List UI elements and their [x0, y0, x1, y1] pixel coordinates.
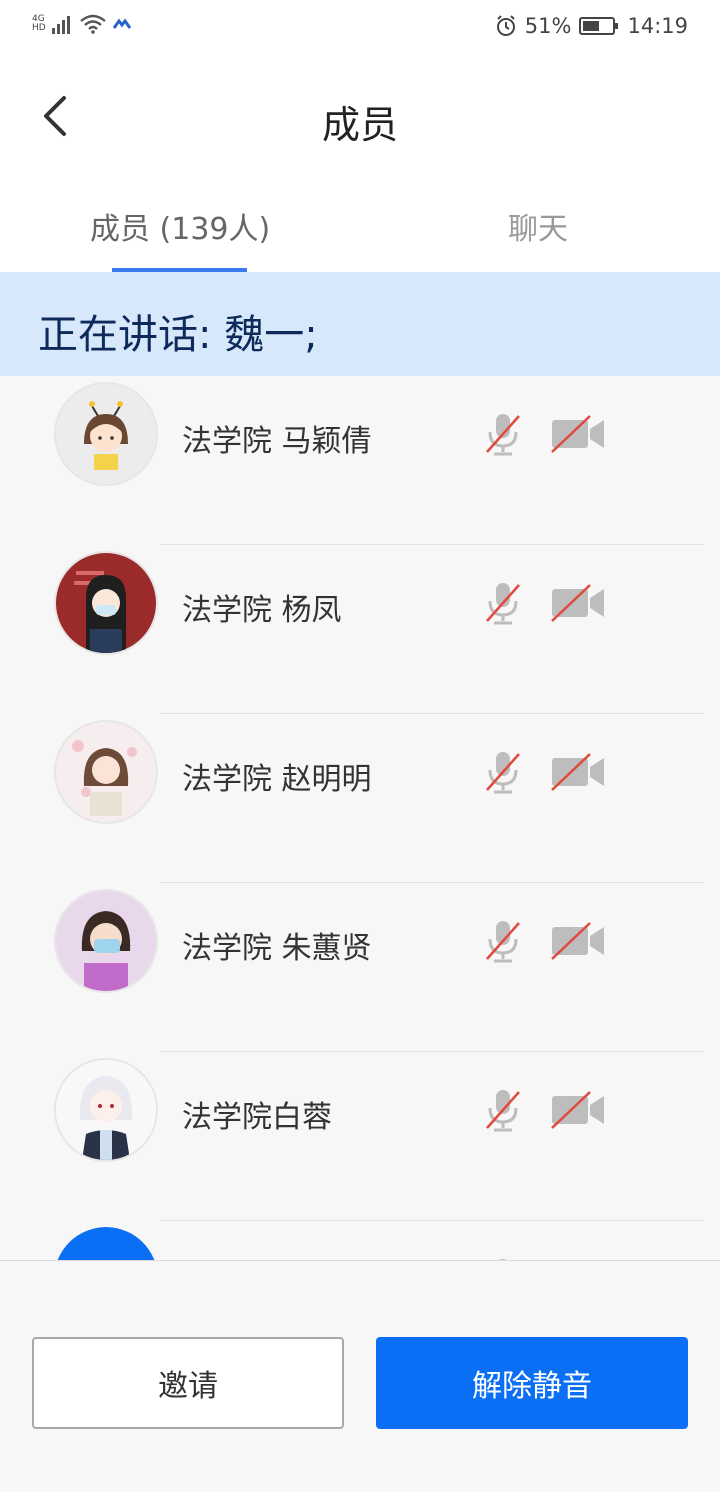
member-name: 法学院 朱蕙贤 — [182, 931, 372, 966]
tab-members[interactable]: 成员 (139人) — [90, 204, 270, 248]
member-name: 法学院 杨凤 — [182, 593, 342, 628]
mic-muted-icon — [486, 583, 520, 625]
bottom-action-bar: 邀请 解除静音 — [0, 1260, 720, 1492]
avatar-girl-mask-red — [56, 553, 156, 653]
mic-muted-button[interactable] — [484, 412, 522, 458]
clock: 14:19 — [627, 14, 688, 38]
video-off-button[interactable] — [550, 414, 606, 454]
avatar — [54, 382, 158, 486]
video-off-icon — [551, 415, 604, 453]
app-notification-icon — [112, 18, 131, 29]
avatar-anime-white-hair — [56, 1060, 156, 1160]
member-name: 法学院 赵明明 — [182, 762, 372, 797]
alarm-icon — [496, 15, 515, 36]
mic-muted-icon — [486, 1090, 520, 1132]
mic-muted-button[interactable] — [484, 919, 522, 965]
member-row[interactable] — [0, 1221, 720, 1260]
avatar — [54, 551, 158, 655]
video-off-button[interactable] — [550, 1090, 606, 1130]
avatar — [54, 1058, 158, 1162]
avatar-cartoon-girl-bee — [56, 384, 156, 484]
video-off-icon — [551, 922, 604, 960]
invite-button[interactable]: 邀请 — [32, 1337, 344, 1429]
mic-muted-button[interactable] — [484, 750, 522, 796]
member-row[interactable]: 法学院 马颖倩 — [0, 376, 720, 545]
wifi-icon — [79, 14, 106, 34]
member-row[interactable]: 法学院 朱蕙贤 — [0, 883, 720, 1052]
avatar-blue-circle — [57, 1227, 155, 1260]
avatar-girl-flowers — [56, 722, 156, 822]
status-left: 4G HD — [32, 14, 132, 34]
network-type: 4G HD — [32, 15, 46, 33]
avatar — [54, 1227, 158, 1260]
mic-muted-icon — [486, 921, 520, 963]
member-row[interactable]: 法学院白蓉 — [0, 1052, 720, 1221]
avatar — [54, 889, 158, 993]
video-off-button[interactable] — [550, 583, 606, 623]
video-off-icon — [551, 753, 604, 791]
member-name: 法学院白蓉 — [182, 1100, 332, 1135]
speaking-banner: 正在讲话: 魏一; — [0, 272, 720, 376]
status-bar: 4G HD 51% 14:19 — [0, 0, 720, 56]
member-name: 法学院 马颖倩 — [182, 424, 372, 459]
app-header: 成员 — [0, 56, 720, 176]
mic-muted-icon — [486, 414, 520, 456]
video-off-button[interactable] — [550, 921, 606, 961]
network-sub-label: HD — [32, 23, 46, 33]
member-row[interactable]: 法学院 赵明明 — [0, 714, 720, 883]
battery-icon — [579, 17, 619, 35]
speaking-text: 正在讲话: 魏一; — [38, 312, 318, 358]
mic-muted-icon — [486, 752, 520, 794]
tab-chat[interactable]: 聊天 — [508, 204, 568, 248]
unmute-button[interactable]: 解除静音 — [376, 1337, 688, 1429]
status-right: 51% 14:19 — [495, 14, 688, 38]
mic-muted-button[interactable] — [484, 581, 522, 627]
signal-icon — [51, 16, 70, 34]
battery-percent: 51% — [524, 14, 572, 38]
tab-bar: 成员 (139人) 聊天 — [0, 176, 720, 272]
avatar-child-mask — [56, 891, 156, 991]
video-off-icon — [551, 584, 604, 622]
member-list[interactable]: 法学院 马颖倩 法学院 杨凤 法学院 赵明明 法学院 朱蕙贤 法学院白蓉 — [0, 376, 720, 1260]
video-off-icon — [551, 1091, 604, 1129]
video-off-button[interactable] — [550, 752, 606, 792]
mic-muted-button[interactable] — [484, 1088, 522, 1134]
avatar — [54, 720, 158, 824]
member-row[interactable]: 法学院 杨凤 — [0, 545, 720, 714]
page-title: 成员 — [321, 103, 398, 147]
